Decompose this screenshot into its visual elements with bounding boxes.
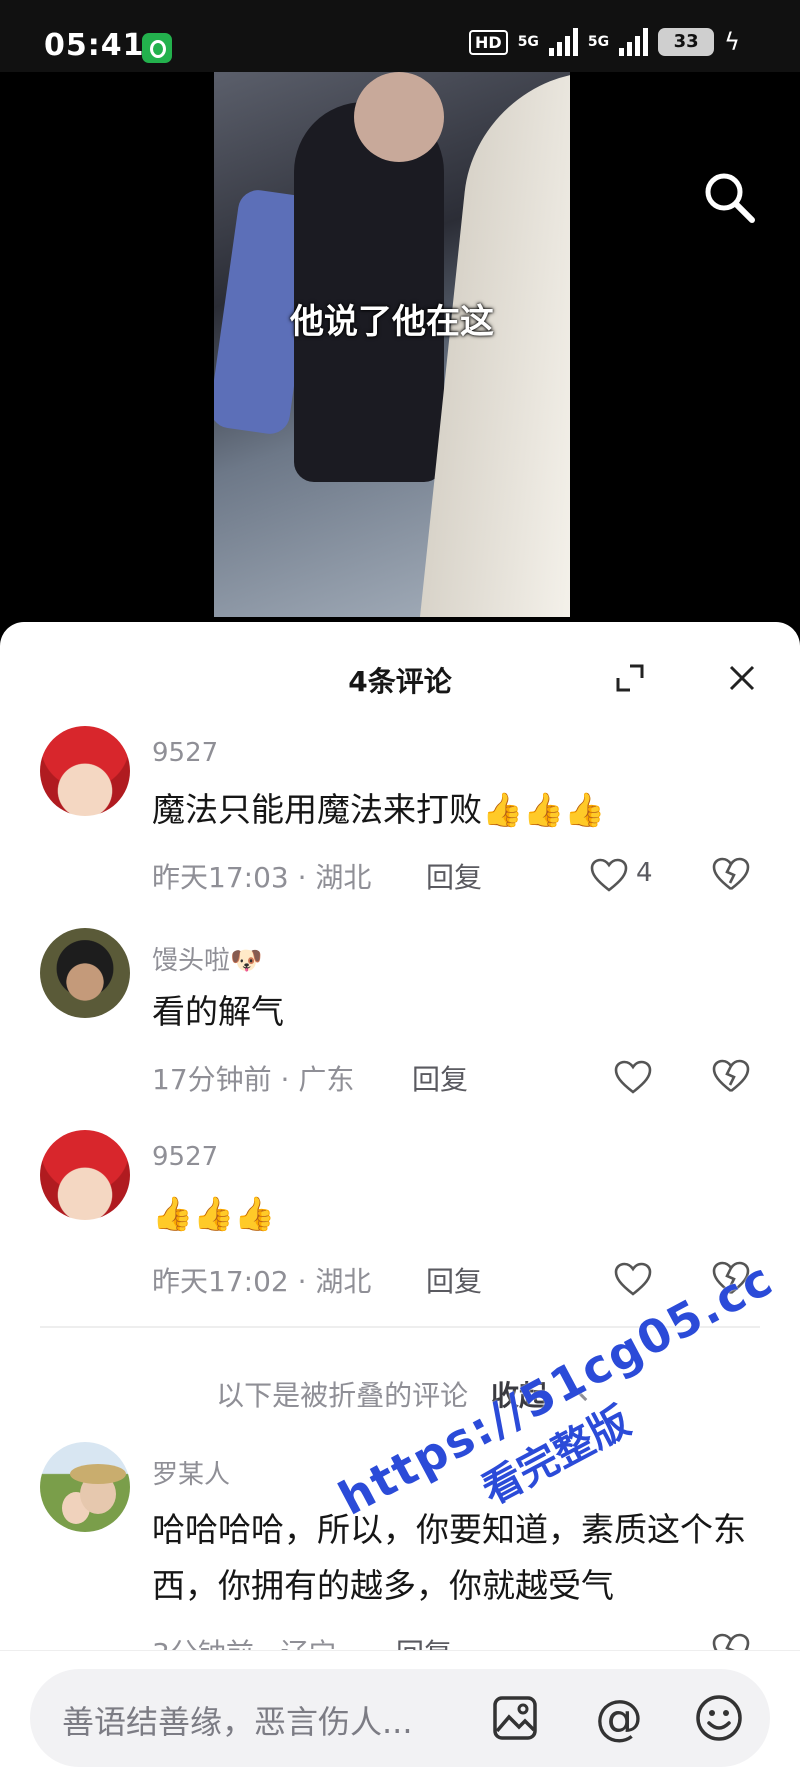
comment-username[interactable]: 9527 (152, 1142, 218, 1172)
comment-input-bar: 善语结善缘，恶言伤人... @ (0, 1650, 800, 1790)
mention-icon[interactable]: @ (592, 1691, 646, 1745)
battery-icon: 33 (658, 28, 715, 56)
comments-sheet: 4条评论 9527 魔法只能用魔法来打败👍👍👍 昨天17:03 · 湖北 回复 … (0, 622, 800, 1790)
heart-icon[interactable] (614, 1262, 652, 1296)
status-bar: 05:41 HD 5G 5G 33 ϟ (0, 0, 800, 72)
comment-item: 9527 👍👍👍 昨天17:02 · 湖北 回复 (40, 1130, 770, 1300)
avatar[interactable] (40, 1442, 130, 1532)
reply-button[interactable]: 回复 (426, 856, 482, 896)
broken-heart-icon[interactable] (712, 856, 750, 892)
status-time: 05:41 (44, 28, 145, 63)
reply-button[interactable]: 回复 (412, 1058, 468, 1098)
reply-button[interactable]: 回复 (426, 1260, 482, 1300)
network-label-1: 5G (517, 34, 539, 50)
comment-input-placeholder[interactable]: 善语结善缘，恶言伤人... (62, 1697, 413, 1743)
heart-icon[interactable] (590, 858, 628, 892)
avatar[interactable] (40, 1130, 130, 1220)
hd-icon: HD (469, 29, 508, 55)
collapse-button[interactable]: 收起 (491, 1379, 547, 1412)
chevron-up-icon[interactable] (564, 1387, 588, 1411)
video-scene-person (294, 102, 444, 482)
close-icon[interactable] (726, 662, 758, 694)
broken-heart-icon[interactable] (712, 1260, 750, 1296)
image-icon[interactable] (492, 1695, 538, 1741)
app-notification-icon (142, 33, 172, 63)
comment-text: 看的解气 (152, 992, 284, 1031)
comment-item: 罗某人 哈哈哈哈，所以，你要知道，素质这个东西，你拥有的越多，你就越受气 3分钟… (40, 1442, 770, 1670)
video-scene-head (354, 72, 444, 162)
signal-icon (548, 28, 578, 56)
folded-notice-text: 以下是被折叠的评论 (216, 1379, 469, 1412)
divider (40, 1326, 760, 1328)
comment-text: 哈哈哈哈，所以，你要知道，素质这个东西，你拥有的越多，你就越受气 (152, 1510, 746, 1605)
heart-icon[interactable] (614, 1060, 652, 1094)
comments-title: 4条评论 (348, 665, 452, 698)
search-icon[interactable] (702, 170, 756, 224)
video-frame[interactable]: 他说了他在这 (214, 72, 570, 617)
comment-time-location: 昨天17:02 · 湖北 (152, 1265, 372, 1298)
network-label-2: 5G (587, 34, 610, 50)
video-player[interactable]: 他说了他在这 (0, 72, 800, 622)
like-count: 4 (636, 858, 653, 888)
signal-icon-2 (619, 28, 649, 56)
comment-username[interactable]: 9527 (152, 738, 218, 768)
video-subtitle: 他说了他在这 (290, 302, 494, 342)
avatar[interactable] (40, 726, 130, 816)
comment-username[interactable]: 馒头啦🐶 (152, 940, 262, 977)
comment-item: 馒头啦🐶 看的解气 17分钟前 · 广东 回复 (40, 928, 770, 1098)
folded-comments-notice: 以下是被折叠的评论 收起 (0, 1374, 800, 1414)
emoji-icon[interactable] (694, 1693, 744, 1743)
comment-input[interactable]: 善语结善缘，恶言伤人... @ (30, 1669, 770, 1767)
broken-heart-icon[interactable] (712, 1058, 750, 1094)
comment-username[interactable]: 罗某人 (152, 1454, 230, 1491)
status-indicators: HD 5G 5G 33 ϟ (469, 28, 740, 56)
comment-time-location: 昨天17:03 · 湖北 (152, 861, 372, 894)
avatar[interactable] (40, 928, 130, 1018)
comment-item: 9527 魔法只能用魔法来打败👍👍👍 昨天17:03 · 湖北 回复 4 (40, 726, 770, 896)
comment-time-location: 17分钟前 · 广东 (152, 1063, 355, 1096)
charging-icon: ϟ (724, 28, 740, 56)
comment-text: 👍👍👍 (152, 1194, 276, 1233)
expand-icon[interactable] (614, 662, 646, 694)
comment-text: 魔法只能用魔法来打败👍👍👍 (152, 790, 606, 829)
